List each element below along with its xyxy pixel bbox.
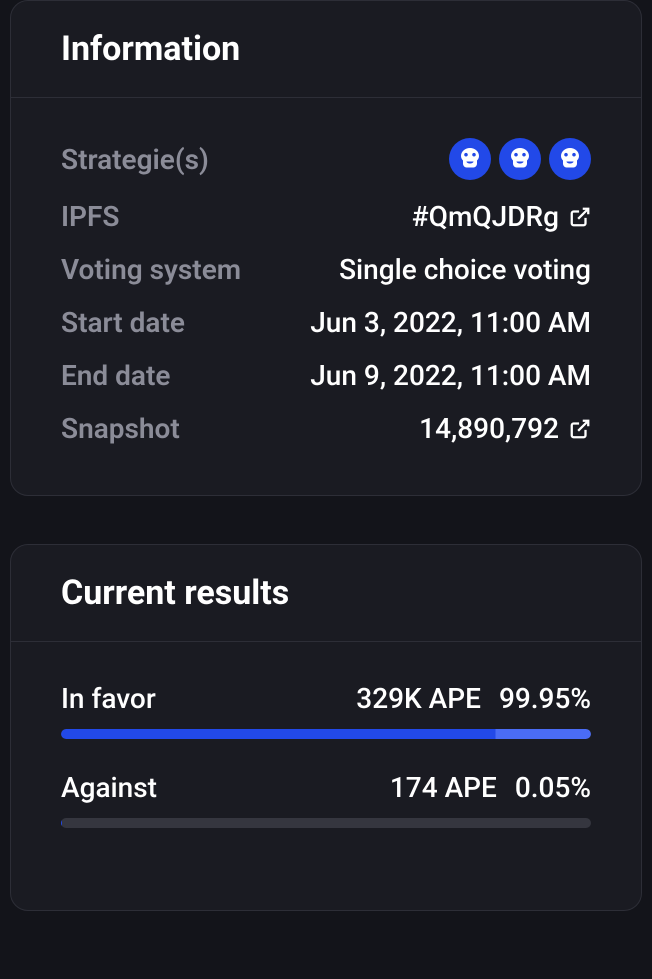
ipfs-label: IPFS xyxy=(61,200,120,233)
result-header: Against 174 APE 0.05% xyxy=(61,771,591,804)
strategies-row: Strategie(s) xyxy=(61,138,591,180)
snapshot-value: 14,890,792 xyxy=(419,412,559,445)
start-date-value: Jun 3, 2022, 11:00 AM xyxy=(310,306,591,339)
progress-fill xyxy=(61,729,591,739)
result-stats: 174 APE 0.05% xyxy=(390,771,591,804)
information-body: Strategie(s) IPFS #QmQJDRg xyxy=(11,98,641,495)
strategies-label: Strategie(s) xyxy=(61,143,209,176)
progress-bar xyxy=(61,729,591,739)
information-title: Information xyxy=(61,29,591,69)
result-label: In favor xyxy=(61,682,156,715)
result-votes: 174 APE xyxy=(390,771,497,804)
result-label: Against xyxy=(61,771,157,804)
result-item-against: Against 174 APE 0.05% xyxy=(61,771,591,828)
results-header: Current results xyxy=(11,545,641,642)
result-percent: 99.95% xyxy=(499,682,591,715)
information-header: Information xyxy=(11,1,641,98)
snapshot-label: Snapshot xyxy=(61,412,180,445)
result-header: In favor 329K APE 99.95% xyxy=(61,682,591,715)
ape-token-icon[interactable] xyxy=(449,138,491,180)
information-card: Information Strategie(s) IPFS #QmQJDRg xyxy=(10,0,642,496)
ape-token-icon[interactable] xyxy=(499,138,541,180)
voting-system-label: Voting system xyxy=(61,253,241,286)
end-date-row: End date Jun 9, 2022, 11:00 AM xyxy=(61,359,591,392)
end-date-value: Jun 9, 2022, 11:00 AM xyxy=(310,359,591,392)
results-body: In favor 329K APE 99.95% Against 174 APE… xyxy=(11,642,641,910)
external-link-icon xyxy=(569,418,591,440)
result-stats: 329K APE 99.95% xyxy=(356,682,591,715)
snapshot-link[interactable]: 14,890,792 xyxy=(419,412,591,445)
snapshot-row: Snapshot 14,890,792 xyxy=(61,412,591,445)
ape-token-icon[interactable] xyxy=(549,138,591,180)
results-card: Current results In favor 329K APE 99.95%… xyxy=(10,544,642,911)
result-percent: 0.05% xyxy=(515,771,591,804)
start-date-label: Start date xyxy=(61,306,185,339)
end-date-label: End date xyxy=(61,359,170,392)
ipfs-value: #QmQJDRg xyxy=(412,200,559,233)
result-item-in-favor: In favor 329K APE 99.95% xyxy=(61,682,591,739)
ipfs-link[interactable]: #QmQJDRg xyxy=(412,200,591,233)
results-title: Current results xyxy=(61,573,591,613)
progress-bar xyxy=(61,818,591,828)
start-date-row: Start date Jun 3, 2022, 11:00 AM xyxy=(61,306,591,339)
voting-system-value: Single choice voting xyxy=(339,253,591,286)
ipfs-row: IPFS #QmQJDRg xyxy=(61,200,591,233)
voting-system-row: Voting system Single choice voting xyxy=(61,253,591,286)
external-link-icon xyxy=(569,206,591,228)
strategy-icons-group xyxy=(449,138,591,180)
result-votes: 329K APE xyxy=(356,682,481,715)
